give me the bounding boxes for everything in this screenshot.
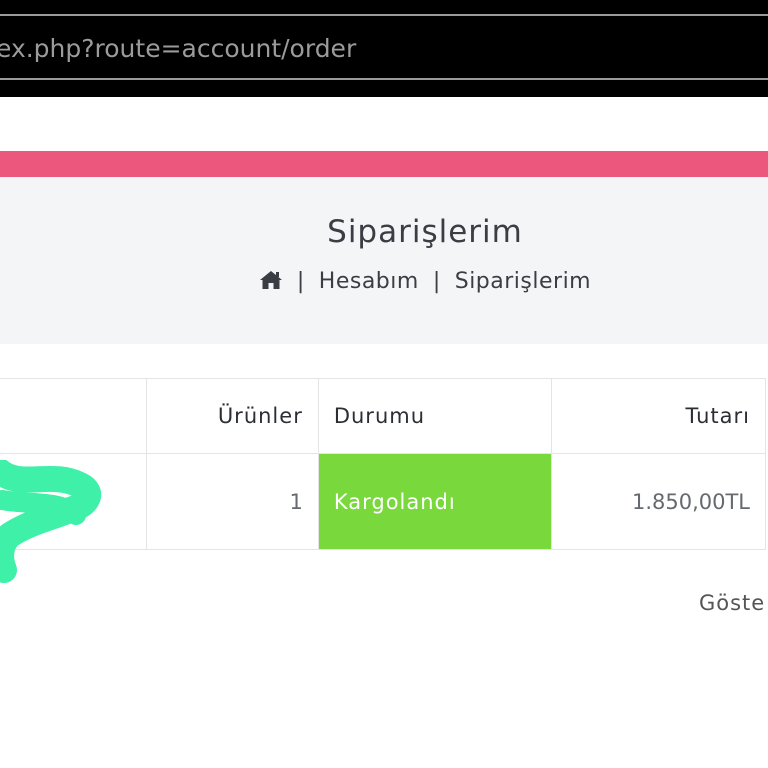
home-icon[interactable]: [259, 270, 283, 296]
url-text[interactable]: ex.php?route=account/order: [0, 34, 356, 63]
accent-bar: [0, 151, 768, 177]
browser-toolbar: ex.php?route=account/order: [0, 0, 768, 97]
products-count-cell: 1: [146, 453, 319, 550]
breadcrumb-separator: |: [296, 269, 305, 294]
breadcrumb-item-account[interactable]: Hesabım: [319, 269, 419, 294]
column-header-status: Durumu: [317, 378, 553, 454]
table-row: 1 Kargolandı 1.850,00TL: [0, 453, 766, 550]
status-cell: Kargolandı: [317, 453, 553, 550]
redaction-scribble: [0, 460, 101, 583]
address-bar[interactable]: ex.php?route=account/order: [0, 14, 768, 80]
breadcrumb-separator: |: [432, 269, 441, 294]
page-title: Siparişlerim: [327, 214, 523, 250]
column-header-order: [0, 378, 148, 454]
breadcrumb-item-orders: Siparişlerim: [454, 269, 592, 294]
table-header-row: Ürünler Durumu Tutarı: [0, 378, 766, 454]
pagination-info: Göste: [699, 591, 766, 615]
breadcrumb: | Hesabım | Siparişlerim: [0, 269, 768, 296]
column-header-products: Ürünler: [146, 378, 319, 454]
column-header-total: Tutarı: [551, 378, 766, 454]
total-cell: 1.850,00TL: [551, 453, 766, 550]
orders-table: Ürünler Durumu Tutarı 1 Kargolandı 1.850…: [0, 378, 766, 550]
page-header: Siparişlerim | Hesabım | Siparişlerim: [0, 177, 768, 344]
